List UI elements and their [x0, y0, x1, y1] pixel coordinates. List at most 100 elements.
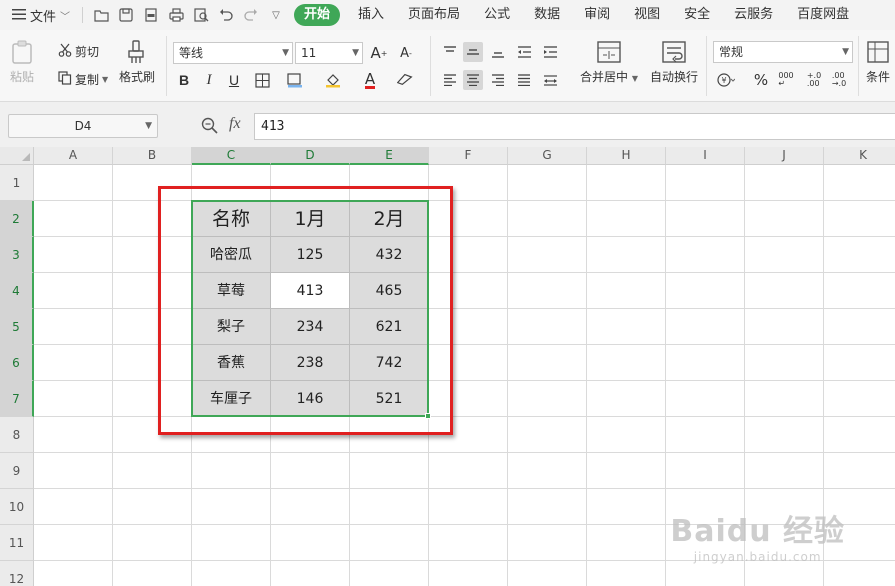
cell-e3[interactable]: 432: [350, 237, 429, 273]
conditional-format-button[interactable]: 条件: [866, 40, 890, 85]
column-header-i[interactable]: I: [666, 147, 745, 165]
row-header-1[interactable]: 1: [0, 165, 34, 201]
column-header-h[interactable]: H: [587, 147, 666, 165]
column-header-b[interactable]: B: [113, 147, 192, 165]
column-header-a[interactable]: A: [34, 147, 113, 165]
save-icon[interactable]: [118, 7, 134, 23]
row-header-8[interactable]: 8: [0, 417, 34, 453]
select-all-corner[interactable]: [0, 147, 34, 165]
percent-icon[interactable]: %: [751, 70, 771, 90]
row-header-4[interactable]: 4: [0, 273, 34, 309]
print-preview-icon[interactable]: [193, 7, 209, 23]
decrease-font-icon[interactable]: A-: [396, 43, 416, 63]
align-bottom-icon[interactable]: [488, 42, 508, 62]
fill-handle[interactable]: [425, 413, 431, 419]
cell-c2[interactable]: 名称: [192, 201, 271, 237]
open-folder-icon[interactable]: [93, 7, 109, 23]
tab-page-layout[interactable]: 页面布局: [396, 4, 472, 26]
cell-c4[interactable]: 草莓: [192, 273, 271, 309]
fx-icon[interactable]: fx: [229, 115, 241, 133]
cell-c7[interactable]: 车厘子: [192, 381, 271, 417]
tab-review[interactable]: 审阅: [572, 4, 622, 26]
undo-icon[interactable]: [218, 7, 234, 23]
row-header-3[interactable]: 3: [0, 237, 34, 273]
cell-d4-active[interactable]: 413: [271, 273, 350, 309]
thousands-separator-icon[interactable]: 000 ↵: [776, 70, 796, 90]
spreadsheet-grid[interactable]: A B C D E F G H I J K 1 2 3 4 5 6 7 8 9 …: [0, 147, 895, 586]
column-header-f[interactable]: F: [429, 147, 508, 165]
increase-indent-icon[interactable]: [540, 42, 560, 62]
cell-e7[interactable]: 521: [350, 381, 429, 417]
column-header-j[interactable]: J: [745, 147, 824, 165]
tab-baidu-netdisk[interactable]: 百度网盘: [785, 4, 861, 26]
cell-d6[interactable]: 238: [271, 345, 350, 381]
column-header-c[interactable]: C: [192, 147, 271, 165]
tab-view[interactable]: 视图: [622, 4, 672, 26]
cell-d3[interactable]: 125: [271, 237, 350, 273]
format-painter-button[interactable]: 格式刷: [119, 40, 155, 85]
font-size-select[interactable]: 11 ▼: [295, 42, 363, 64]
column-header-d[interactable]: D: [271, 147, 350, 165]
clear-format-icon[interactable]: [395, 70, 415, 90]
font-color-icon[interactable]: A: [360, 70, 380, 90]
align-middle-icon[interactable]: [463, 42, 483, 62]
paste-button[interactable]: 粘贴: [10, 40, 34, 85]
increase-decimal-icon[interactable]: +.0.00: [804, 70, 824, 90]
align-top-icon[interactable]: [440, 42, 460, 62]
row-header-5[interactable]: 5: [0, 309, 34, 345]
tab-cloud-service[interactable]: 云服务: [722, 4, 785, 26]
currency-icon[interactable]: ¥: [716, 70, 736, 90]
cell-c5[interactable]: 梨子: [192, 309, 271, 345]
print-icon[interactable]: [168, 7, 184, 23]
fill-color-icon[interactable]: [323, 70, 343, 90]
row-header-6[interactable]: 6: [0, 345, 34, 381]
formula-input[interactable]: 413: [254, 113, 895, 140]
name-box[interactable]: D4 ▼: [8, 114, 158, 138]
wrap-text-button[interactable]: 自动换行: [650, 40, 698, 85]
tab-formulas[interactable]: 公式: [472, 4, 522, 26]
align-center-icon[interactable]: [463, 70, 483, 90]
cell-d2[interactable]: 1月: [271, 201, 350, 237]
font-name-select[interactable]: 等线 ▼: [173, 42, 293, 64]
borders-icon[interactable]: [252, 70, 272, 90]
underline-button[interactable]: U: [224, 70, 244, 90]
row-header-11[interactable]: 11: [0, 525, 34, 561]
tab-data[interactable]: 数据: [522, 4, 572, 26]
customize-dropdown-icon[interactable]: ▽: [268, 7, 284, 23]
cell-c3[interactable]: 哈密瓜: [192, 237, 271, 273]
cell-style-icon[interactable]: [285, 70, 305, 90]
cell-e6[interactable]: 742: [350, 345, 429, 381]
row-header-12[interactable]: 12: [0, 561, 34, 586]
export-pdf-icon[interactable]: [143, 7, 159, 23]
tab-home[interactable]: 开始: [294, 4, 341, 26]
copy-button[interactable]: 复制 ▼: [58, 71, 108, 88]
column-header-e[interactable]: E: [350, 147, 429, 165]
distributed-align-icon[interactable]: [540, 70, 560, 90]
decrease-indent-icon[interactable]: [514, 42, 534, 62]
cell-d5[interactable]: 234: [271, 309, 350, 345]
tab-security[interactable]: 安全: [672, 4, 722, 26]
column-header-g[interactable]: G: [508, 147, 587, 165]
justify-icon[interactable]: [514, 70, 534, 90]
file-menu[interactable]: 文件 ﹀: [0, 0, 78, 30]
zoom-search-icon[interactable]: [201, 117, 218, 138]
tab-insert[interactable]: 插入: [346, 4, 396, 26]
row-header-2[interactable]: 2: [0, 201, 34, 237]
column-header-k[interactable]: K: [824, 147, 895, 165]
cell-e2[interactable]: 2月: [350, 201, 429, 237]
row-header-7[interactable]: 7: [0, 381, 34, 417]
align-left-icon[interactable]: [440, 70, 460, 90]
row-header-9[interactable]: 9: [0, 453, 34, 489]
row-header-10[interactable]: 10: [0, 489, 34, 525]
cell-e4[interactable]: 465: [350, 273, 429, 309]
align-right-icon[interactable]: [488, 70, 508, 90]
merge-center-button[interactable]: 合并居中 ▼: [580, 40, 638, 85]
redo-icon[interactable]: [243, 7, 259, 23]
italic-button[interactable]: I: [199, 70, 219, 90]
cell-c6[interactable]: 香蕉: [192, 345, 271, 381]
cell-d7[interactable]: 146: [271, 381, 350, 417]
bold-button[interactable]: B: [174, 70, 194, 90]
number-format-select[interactable]: 常规 ▼: [713, 41, 853, 63]
cut-button[interactable]: 剪切: [58, 43, 99, 60]
increase-font-icon[interactable]: A +: [369, 43, 389, 63]
